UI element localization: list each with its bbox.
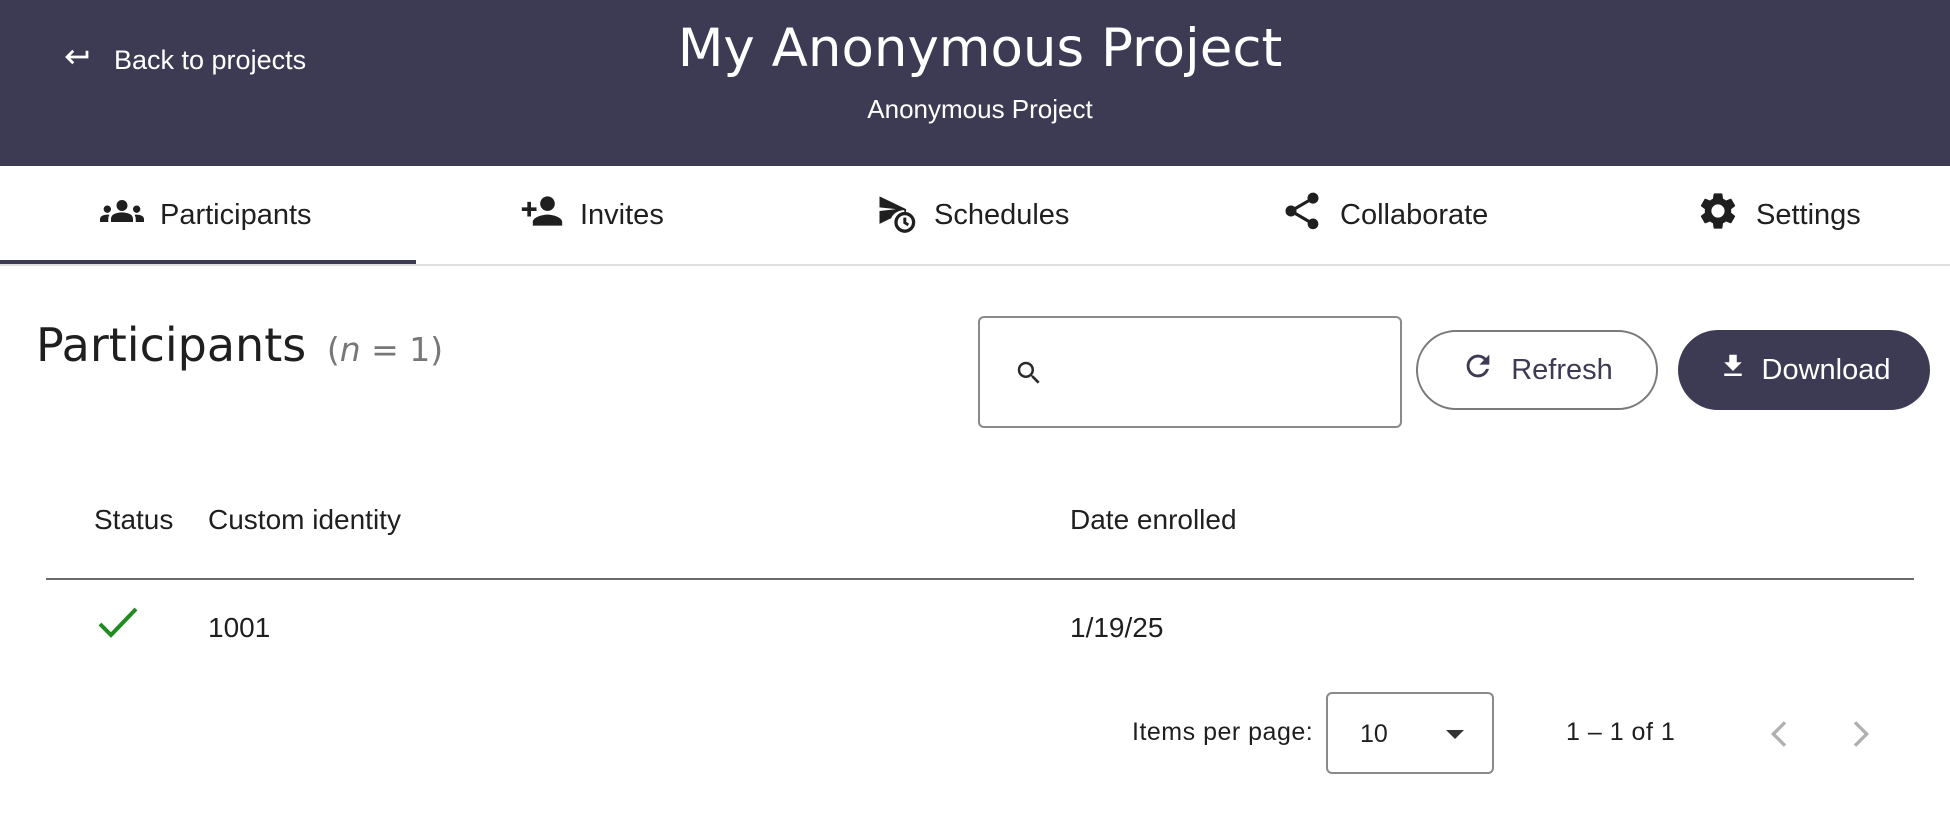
- tab-settings[interactable]: Settings: [1696, 166, 1861, 264]
- search-field[interactable]: [978, 316, 1402, 428]
- tab-schedules-label: Schedules: [934, 198, 1070, 231]
- refresh-icon: [1461, 349, 1495, 391]
- project-title: My Anonymous Project: [677, 18, 1283, 79]
- group-icon: [100, 189, 144, 241]
- tab-bar: Participants Invites Schedules Collabora…: [0, 166, 1950, 266]
- refresh-label: Refresh: [1511, 353, 1613, 386]
- project-header: Back to projects My Anonymous Project An…: [0, 0, 1950, 166]
- cell-custom-identity: 1001: [208, 612, 271, 643]
- download-button[interactable]: Download: [1678, 330, 1930, 410]
- next-page-button[interactable]: [1840, 714, 1880, 754]
- download-icon: [1718, 351, 1748, 389]
- participant-count: (n = 1): [326, 330, 444, 369]
- previous-page-button[interactable]: [1760, 714, 1800, 754]
- chevron-left-icon: [1760, 721, 1800, 758]
- search-input[interactable]: [1060, 348, 1380, 398]
- tab-collaborate[interactable]: Collaborate: [1280, 166, 1488, 264]
- refresh-button[interactable]: Refresh: [1416, 330, 1658, 410]
- tab-invites-label: Invites: [580, 198, 664, 231]
- person-add-icon: [520, 189, 564, 241]
- chevron-right-icon: [1840, 721, 1880, 758]
- page-range-label: 1 – 1 of 1: [1566, 718, 1676, 746]
- project-subtitle: Anonymous Project: [867, 94, 1093, 124]
- check-icon: [96, 604, 140, 642]
- page-size-value: 10: [1360, 720, 1388, 748]
- table-header-divider: [46, 578, 1914, 580]
- tab-participants[interactable]: Participants: [100, 166, 312, 264]
- column-header-status[interactable]: Status: [94, 504, 173, 536]
- tab-invites[interactable]: Invites: [520, 166, 664, 264]
- page-title-text: Participants: [36, 318, 307, 372]
- tab-schedules[interactable]: Schedules: [874, 166, 1069, 264]
- share-icon: [1280, 189, 1324, 241]
- tab-collaborate-label: Collaborate: [1340, 198, 1489, 231]
- scheduled-send-icon: [874, 189, 918, 241]
- download-label: Download: [1761, 353, 1891, 386]
- gear-icon: [1696, 189, 1740, 241]
- cell-date-enrolled: 1/19/25: [1070, 612, 1164, 643]
- tab-settings-label: Settings: [1756, 198, 1861, 231]
- column-header-date-enrolled[interactable]: Date enrolled: [1070, 504, 1237, 536]
- tab-participants-label: Participants: [160, 198, 312, 231]
- column-header-custom-identity[interactable]: Custom identity: [208, 504, 401, 536]
- active-tab-indicator: [0, 260, 416, 264]
- page-title: Participants (n = 1): [36, 318, 443, 372]
- page-size-select[interactable]: 10: [1326, 692, 1494, 774]
- items-per-page-label: Items per page:: [1132, 718, 1314, 746]
